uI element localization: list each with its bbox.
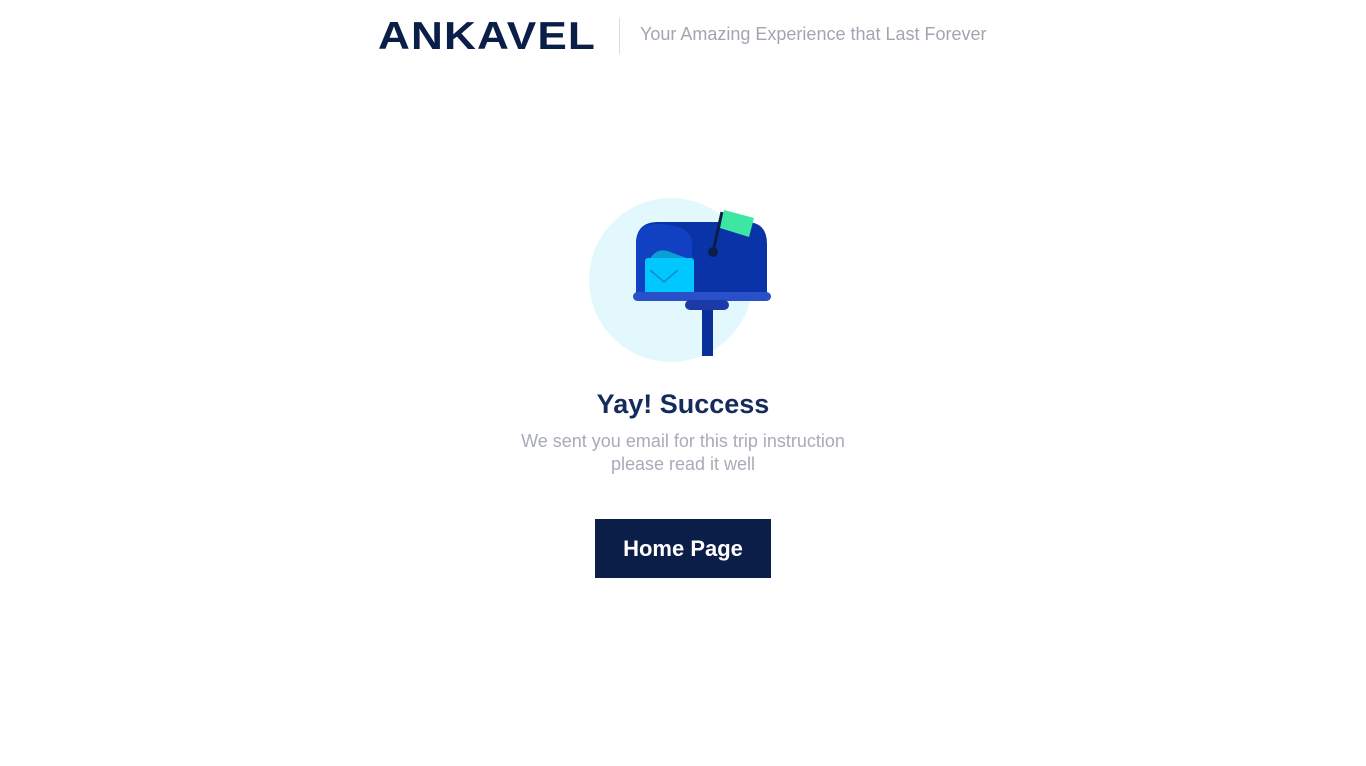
mailbox-pole xyxy=(702,304,713,356)
home-page-button[interactable]: Home Page xyxy=(595,519,771,578)
logo[interactable]: ANKAVEL xyxy=(378,17,598,55)
tagline: Your Amazing Experience that Last Foreve… xyxy=(640,24,987,44)
success-message-line-2: please read it well xyxy=(610,454,756,474)
header: ANKAVEL Your Amazing Experience that Las… xyxy=(0,0,1366,72)
logo-wordmark: ANKAVEL xyxy=(378,17,596,55)
success-message-line-1: We sent you email for this trip instruct… xyxy=(521,431,845,451)
envelope-icon xyxy=(645,258,694,294)
flag-pivot xyxy=(708,247,718,257)
success-title: Yay! Success xyxy=(596,389,770,419)
mailbox-mount xyxy=(685,300,729,310)
mailbox-illustration xyxy=(588,196,778,366)
mailbox-base xyxy=(633,292,771,301)
success-message: We sent you email for this trip instruct… xyxy=(483,430,883,476)
header-divider xyxy=(619,18,620,54)
